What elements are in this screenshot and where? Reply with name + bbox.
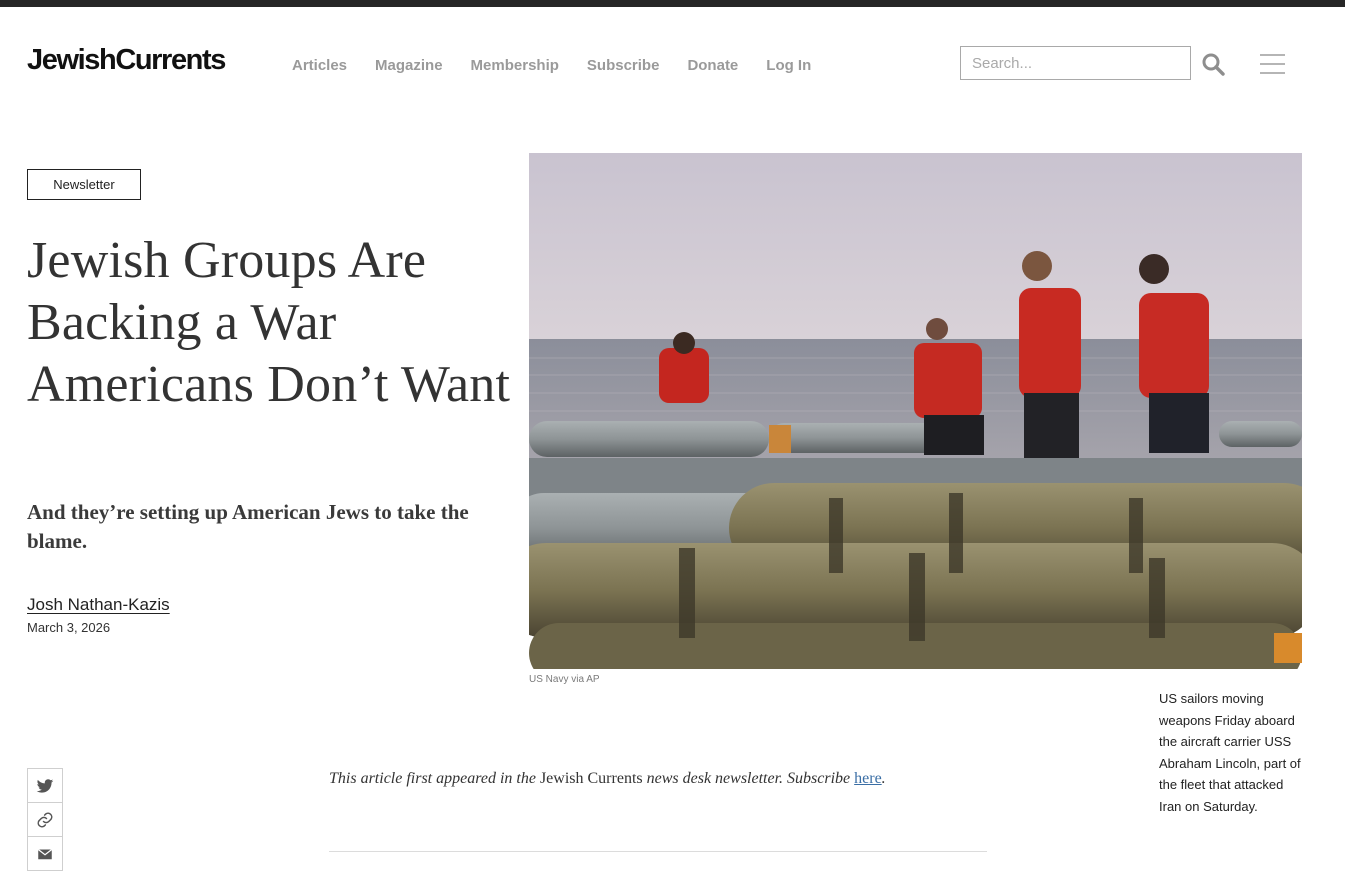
nav-magazine[interactable]: Magazine bbox=[375, 57, 443, 74]
divider bbox=[329, 851, 987, 852]
intro-post: . bbox=[881, 770, 886, 787]
search-input[interactable] bbox=[960, 46, 1191, 80]
intro-pre: This article first appeared in the bbox=[329, 770, 540, 787]
hamburger-menu-icon[interactable] bbox=[1260, 54, 1285, 74]
email-icon bbox=[37, 848, 53, 859]
nav-log-in[interactable]: Log In bbox=[766, 57, 811, 74]
nav-membership[interactable]: Membership bbox=[471, 57, 559, 74]
site-logo[interactable]: JewishCurrents bbox=[27, 44, 226, 77]
subscribe-link[interactable]: here bbox=[854, 770, 882, 787]
image-credit: US Navy via AP bbox=[529, 674, 600, 685]
main-nav: Articles Magazine Membership Subscribe D… bbox=[292, 57, 839, 74]
link-icon bbox=[37, 812, 53, 827]
image-caption: US sailors moving weapons Friday aboard … bbox=[1159, 691, 1301, 814]
intro-mid: news desk newsletter. Subscribe bbox=[642, 770, 855, 787]
article-headline: Jewish Groups Are Backing a War American… bbox=[27, 232, 511, 413]
share-bar bbox=[27, 768, 63, 871]
intro-publication: Jewish Currents bbox=[539, 770, 643, 787]
article-intro: This article first appeared in the Jewis… bbox=[329, 770, 989, 788]
share-twitter-button[interactable] bbox=[27, 768, 63, 803]
author-link[interactable]: Josh Nathan-Kazis bbox=[27, 595, 170, 615]
share-link-button[interactable] bbox=[27, 802, 63, 837]
publish-date: March 3, 2026 bbox=[27, 620, 111, 635]
nav-donate[interactable]: Donate bbox=[687, 57, 738, 74]
share-email-button[interactable] bbox=[27, 836, 63, 871]
article-dek: And they’re setting up American Jews to … bbox=[27, 500, 469, 553]
search-icon[interactable] bbox=[1201, 52, 1225, 76]
top-bar bbox=[0, 0, 1345, 7]
nav-articles[interactable]: Articles bbox=[292, 57, 347, 74]
nav-subscribe[interactable]: Subscribe bbox=[587, 57, 660, 74]
twitter-icon bbox=[36, 778, 54, 793]
hero-image bbox=[529, 153, 1302, 669]
category-tag[interactable]: Newsletter bbox=[27, 169, 141, 200]
